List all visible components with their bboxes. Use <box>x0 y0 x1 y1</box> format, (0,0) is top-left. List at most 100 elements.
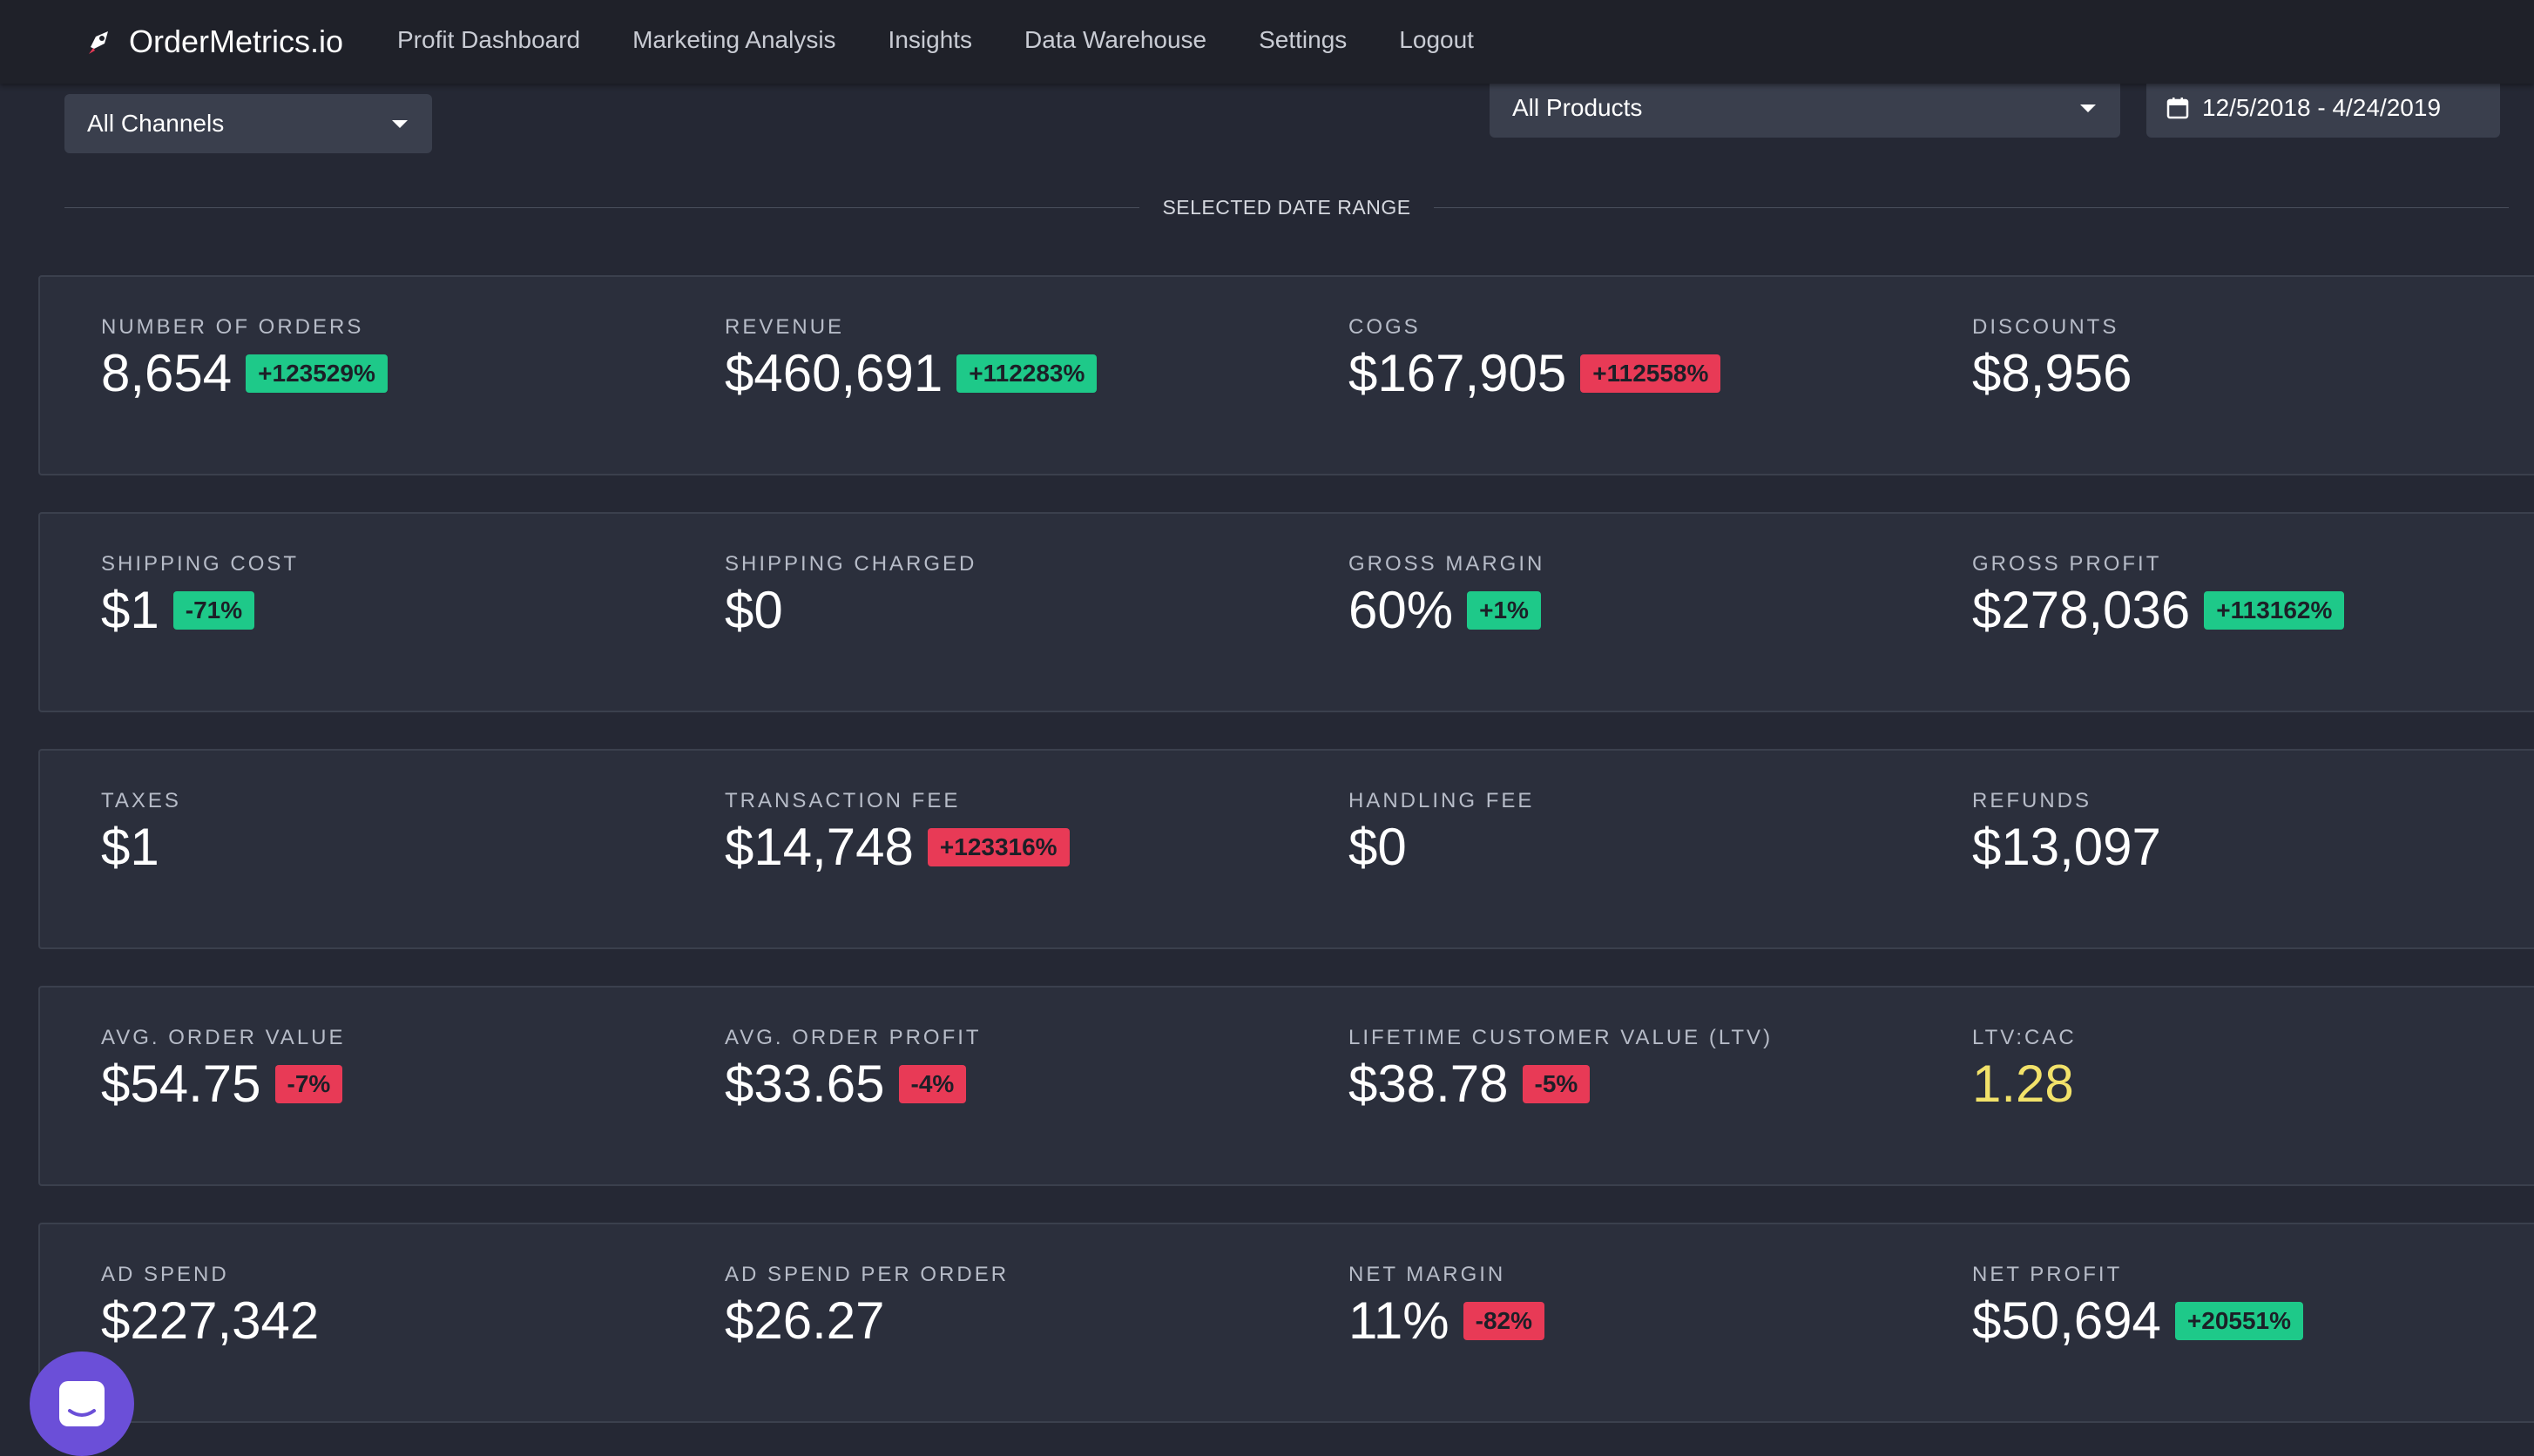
metric-card: NUMBER OF ORDERS 8,654 +123529% REVENUE $460… <box>38 275 2534 475</box>
metric-label: SHIPPING COST <box>101 552 300 576</box>
metric-label: HANDLING FEE <box>1348 789 1535 812</box>
metric-label: AVG. ORDER VALUE <box>101 1026 346 1049</box>
metric-value: $50,694 <box>1972 1291 2161 1350</box>
metric-label: COGS <box>1348 315 1421 339</box>
metric-label: REFUNDS <box>1972 789 2092 812</box>
metric-value-row: 8,654 +123529% <box>101 345 388 402</box>
metric-value: 8,654 <box>101 344 233 402</box>
metric-revenue: REVENUE $460,691 +112283% <box>725 315 1098 402</box>
metric-shipping-charged: SHIPPING CHARGED $0 <box>725 552 976 639</box>
metric-value: $13,097 <box>1972 818 2161 876</box>
chat-icon <box>59 1381 105 1426</box>
metric-label: AVG. ORDER PROFIT <box>725 1026 982 1049</box>
metric-number-of-orders: NUMBER OF ORDERS 8,654 +123529% <box>101 315 388 402</box>
metric-label: AD SPEND PER ORDER <box>725 1263 1010 1286</box>
top-navbar: OrderMetrics.io Profit Dashboard Marketi… <box>0 0 2534 84</box>
metric-label: GROSS PROFIT <box>1972 552 2162 576</box>
metric-gross-profit: GROSS PROFIT $278,036 +113162% <box>1972 552 2345 639</box>
metric-net-profit: NET PROFIT $50,694 +20551% <box>1972 1263 2303 1350</box>
metric-avg-order-value: AVG. ORDER VALUE $54.75 -7% <box>101 1026 346 1113</box>
metric-value-row: $33.65 -4% <box>725 1055 982 1113</box>
change-badge: -82% <box>1463 1302 1545 1340</box>
metric-value: 1.28 <box>1972 1055 2074 1113</box>
metric-value-row: $13,097 <box>1972 819 2161 876</box>
metric-handling-fee: HANDLING FEE $0 <box>1348 789 1534 876</box>
metric-value: $167,905 <box>1348 344 1567 402</box>
metric-value: $38.78 <box>1348 1055 1509 1113</box>
change-badge: +20551% <box>2174 1302 2303 1340</box>
metric-label: GROSS MARGIN <box>1348 552 1545 576</box>
change-badge: +113162% <box>2204 591 2345 630</box>
nav-data-warehouse[interactable]: Data Warehouse <box>1024 26 1206 54</box>
channels-select-value: All Channels <box>87 110 225 137</box>
nav-insights[interactable]: Insights <box>889 26 973 54</box>
metric-card: AD SPEND $227,342 AD SPEND PER ORDER $26.27… <box>38 1223 2534 1423</box>
section-label: SELECTED DATE RANGE <box>1162 195 1411 219</box>
metric-value-row: $38.78 -5% <box>1348 1055 1773 1113</box>
metric-label: TAXES <box>101 789 181 812</box>
rocket-logo-icon <box>82 24 117 59</box>
metric-card: AVG. ORDER VALUE $54.75 -7% AVG. ORDER PROF… <box>38 986 2534 1186</box>
metric-value: $0 <box>1348 818 1407 876</box>
metric-value-row: $278,036 +113162% <box>1972 581 2345 639</box>
change-badge: +123529% <box>246 354 388 393</box>
divider-line <box>1433 206 2510 208</box>
brand-name: OrderMetrics.io <box>129 24 344 59</box>
products-select-value: All Products <box>1512 94 1643 121</box>
metric-value: $460,691 <box>725 344 943 402</box>
calendar-icon <box>2166 96 2190 120</box>
metric-label: NET MARGIN <box>1348 1263 1506 1286</box>
metric-label: REVENUE <box>725 315 845 339</box>
brand-link[interactable]: OrderMetrics.io <box>82 21 343 63</box>
metric-value: 11% <box>1348 1291 1449 1350</box>
products-select[interactable]: All Products <box>1490 78 2120 138</box>
chat-launcher-button[interactable] <box>30 1352 134 1456</box>
metric-shipping-cost: SHIPPING COST $1 -71% <box>101 552 299 639</box>
metric-value: $26.27 <box>725 1291 885 1350</box>
change-badge: -4% <box>898 1065 967 1103</box>
metric-card: SHIPPING COST $1 -71% SHIPPING CHARGED $0 GRO… <box>38 512 2534 712</box>
nav-logout[interactable]: Logout <box>1399 26 1474 54</box>
change-badge: +123316% <box>927 828 1070 866</box>
metric-avg-order-profit: AVG. ORDER PROFIT $33.65 -4% <box>725 1026 982 1113</box>
metric-value: 60% <box>1348 581 1454 639</box>
metric-value-row: 60% +1% <box>1348 582 1544 639</box>
change-badge: +112558% <box>1580 354 1721 393</box>
metric-ad-spend-per-order: AD SPEND PER ORDER $26.27 <box>725 1263 1009 1350</box>
metric-lifetime-customer-value-ltv: LIFETIME CUSTOMER VALUE (LTV) $38.78 -5% <box>1348 1026 1773 1113</box>
change-badge: +1% <box>1467 591 1541 630</box>
metric-value-row: $50,694 +20551% <box>1972 1292 2303 1350</box>
nav-profit-dashboard[interactable]: Profit Dashboard <box>397 26 580 54</box>
metric-value-row: $0 <box>725 582 976 639</box>
channels-select[interactable]: All Channels <box>64 94 432 153</box>
metric-label: TRANSACTION FEE <box>725 789 961 812</box>
metric-value-row: $460,691 +112283% <box>725 344 1098 402</box>
section-divider: SELECTED DATE RANGE <box>64 193 2510 221</box>
nav-settings[interactable]: Settings <box>1259 26 1347 54</box>
nav-marketing-analysis[interactable]: Marketing Analysis <box>632 26 835 54</box>
metric-label: AD SPEND <box>101 1263 229 1286</box>
metric-refunds: REFUNDS $13,097 <box>1972 789 2161 876</box>
metric-gross-margin: GROSS MARGIN 60% +1% <box>1348 552 1544 639</box>
metric-label: NET PROFIT <box>1972 1263 2123 1286</box>
date-range-picker[interactable]: 12/5/2018 - 4/24/2019 <box>2146 78 2500 138</box>
metric-label: DISCOUNTS <box>1972 315 2119 339</box>
metric-value-row: $54.75 -7% <box>101 1055 346 1113</box>
change-badge: -7% <box>274 1065 343 1103</box>
divider-line <box>64 206 1140 208</box>
metric-value: $278,036 <box>1972 581 2191 639</box>
metric-value: $54.75 <box>101 1055 261 1113</box>
metric-ltv-cac: LTV:CAC 1.28 <box>1972 1026 2077 1113</box>
metric-label: SHIPPING CHARGED <box>725 552 977 576</box>
metric-value: $8,956 <box>1972 344 2132 402</box>
metric-value-row: $0 <box>1348 819 1534 876</box>
metric-label: NUMBER OF ORDERS <box>101 315 364 339</box>
metric-card: TAXES $1 TRANSACTION FEE $14,748 +123316% HAN… <box>38 749 2534 949</box>
main-nav: Profit Dashboard Marketing Analysis Insi… <box>397 21 1474 59</box>
metric-value-row: $8,956 <box>1972 345 2132 402</box>
metric-value: $0 <box>725 581 783 639</box>
metric-transaction-fee: TRANSACTION FEE $14,748 +123316% <box>725 789 1070 876</box>
metric-value: $227,342 <box>101 1291 320 1350</box>
metric-value: $1 <box>101 818 159 876</box>
metric-value-row: $167,905 +112558% <box>1348 344 1721 402</box>
